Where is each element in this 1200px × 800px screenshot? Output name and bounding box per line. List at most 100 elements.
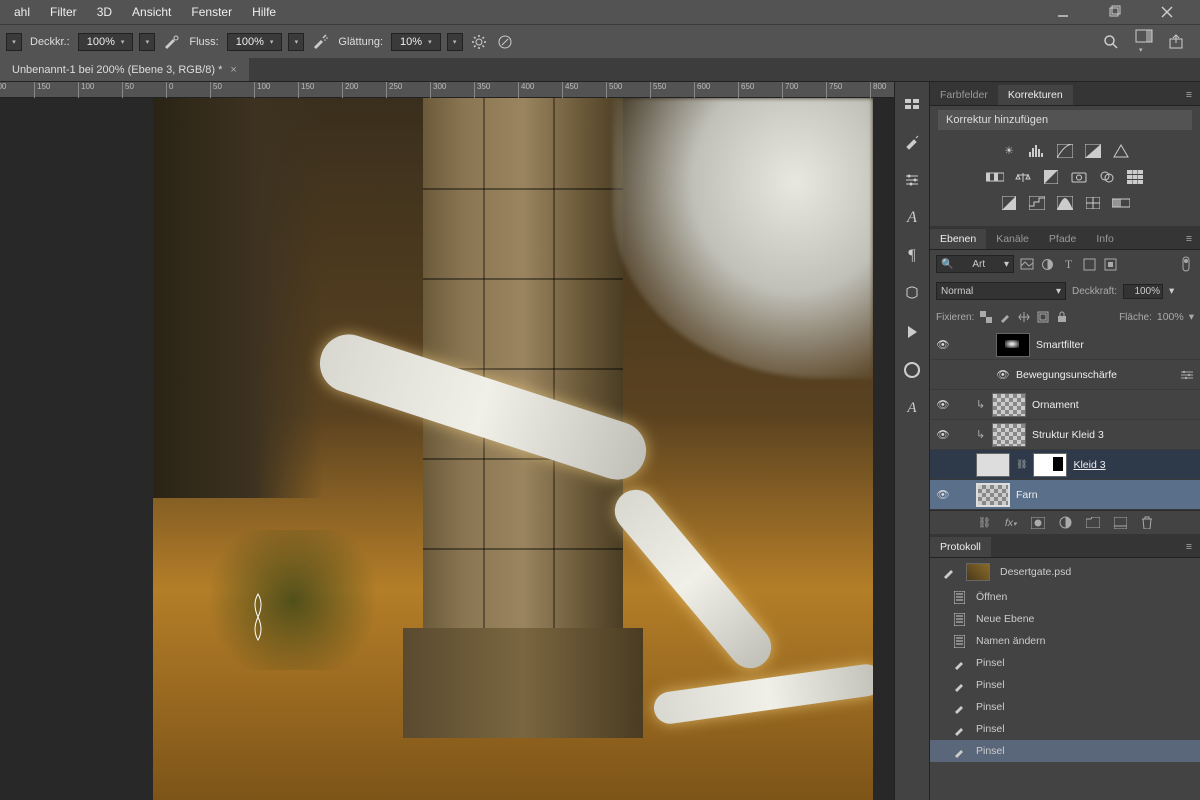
layer-thumb[interactable] (992, 423, 1026, 447)
visibility-icon[interactable]: 👁 (996, 368, 1010, 381)
maximize-icon[interactable] (1098, 5, 1132, 19)
smoothing-stepper[interactable]: ▾ (447, 33, 463, 51)
blend-mode-select[interactable]: Normal▾ (936, 282, 1066, 300)
lock-transparent-icon[interactable] (979, 311, 993, 323)
new-adjustment-icon[interactable] (1059, 516, 1072, 529)
link-layers-icon[interactable]: ⛓ (977, 516, 990, 529)
history-brush-icon[interactable] (942, 565, 956, 579)
lock-all-icon[interactable] (1055, 311, 1069, 323)
document-tab[interactable]: Unbenannt-1 bei 200% (Ebene 3, RGB/8) * … (0, 58, 249, 81)
styles-icon[interactable]: A (902, 398, 922, 418)
history-item[interactable]: Öffnen (930, 586, 1200, 608)
flow-stepper[interactable]: ▾ (288, 33, 304, 51)
filter-shape-icon[interactable] (1081, 258, 1098, 271)
menu-item[interactable]: Filter (40, 5, 87, 19)
brush-settings-icon[interactable] (902, 170, 922, 190)
search-icon[interactable] (1103, 34, 1119, 50)
panel-menu-icon[interactable]: ≡ (1178, 537, 1200, 557)
filter-toggle-icon[interactable] (1177, 256, 1194, 272)
opacity-stepper[interactable]: ▾ (139, 33, 155, 51)
flow-field[interactable]: 100%▾ (227, 33, 283, 51)
levels-icon[interactable] (1027, 142, 1047, 160)
layer-row[interactable]: 👁 Bewegungsunschärfe (930, 360, 1200, 390)
airbrush-icon[interactable] (310, 32, 330, 52)
paragraph-icon[interactable]: ¶ (902, 246, 922, 266)
lock-artboard-icon[interactable] (1036, 311, 1050, 323)
opacity-field[interactable]: 100%▾ (78, 33, 134, 51)
layer-mask-thumb[interactable] (996, 333, 1030, 357)
menu-item[interactable]: 3D (87, 5, 122, 19)
menu-item[interactable]: Fenster (181, 5, 242, 19)
pressure-size-icon[interactable] (495, 32, 515, 52)
layer-name[interactable]: Ornament (1032, 399, 1079, 411)
new-layer-icon[interactable] (1114, 517, 1127, 529)
layer-name[interactable]: Struktur Kleid 3 (1032, 429, 1104, 441)
photo-filter-icon[interactable] (1069, 168, 1089, 186)
threshold-icon[interactable] (1055, 194, 1075, 212)
tab-paths[interactable]: Pfade (1039, 229, 1086, 249)
actions-icon[interactable] (902, 322, 922, 342)
layer-filter-kind[interactable]: 🔍Art▾ (936, 255, 1014, 273)
new-group-icon[interactable] (1086, 517, 1100, 528)
close-icon[interactable] (1150, 5, 1184, 19)
menu-item[interactable]: Hilfe (242, 5, 286, 19)
tab-channels[interactable]: Kanäle (986, 229, 1039, 249)
history-item[interactable]: Namen ändern (930, 630, 1200, 652)
layer-row[interactable]: 👁 Farn (930, 480, 1200, 510)
lock-pixels-icon[interactable] (998, 311, 1012, 323)
share-icon[interactable] (1169, 34, 1184, 49)
layer-row[interactable]: 👁 Smartfilter (930, 330, 1200, 360)
tab-swatches[interactable]: Farbfelder (930, 85, 998, 105)
visibility-icon[interactable]: 👁 (936, 398, 950, 411)
posterize-icon[interactable] (1027, 194, 1047, 212)
character-icon[interactable]: A (902, 208, 922, 228)
add-mask-icon[interactable] (1031, 517, 1045, 529)
link-icon[interactable]: ⛓ (1016, 459, 1027, 470)
smoothing-gear-icon[interactable] (469, 32, 489, 52)
history-item[interactable]: Pinsel (930, 718, 1200, 740)
history-item[interactable]: Pinsel (930, 740, 1200, 762)
color-lookup-icon[interactable] (1125, 168, 1145, 186)
layer-fx-icon[interactable]: fx▾ (1005, 517, 1017, 529)
filter-type-icon[interactable]: T (1060, 257, 1077, 272)
minimize-icon[interactable] (1046, 5, 1080, 19)
workspace-switcher-icon[interactable]: ▾ (1135, 29, 1153, 55)
close-tab-icon[interactable]: × (230, 64, 236, 76)
panel-menu-icon[interactable]: ≡ (1178, 229, 1200, 249)
layer-thumb[interactable] (976, 483, 1010, 507)
channel-mixer-icon[interactable] (1097, 168, 1117, 186)
pressure-opacity-icon[interactable] (161, 32, 181, 52)
visibility-icon[interactable]: 👁 (936, 338, 950, 351)
tab-history[interactable]: Protokoll (930, 537, 991, 557)
visibility-icon[interactable]: 👁 (936, 428, 950, 441)
vibrance-icon[interactable] (1111, 142, 1131, 160)
panel-menu-icon[interactable]: ≡ (1178, 85, 1200, 105)
history-item[interactable]: Pinsel (930, 696, 1200, 718)
history-item[interactable]: Neue Ebene (930, 608, 1200, 630)
tab-adjustments[interactable]: Korrekturen (998, 85, 1073, 105)
layer-row[interactable]: ⛓ Kleid 3 (930, 450, 1200, 480)
color-balance-icon[interactable] (1013, 168, 1033, 186)
layer-row[interactable]: 👁 ↳ Struktur Kleid 3 (930, 420, 1200, 450)
layer-mask-thumb[interactable] (1033, 453, 1067, 477)
tab-layers[interactable]: Ebenen (930, 229, 986, 249)
filter-smart-icon[interactable] (1102, 258, 1119, 271)
layer-name[interactable]: Kleid 3 (1073, 459, 1105, 471)
layer-fill-field[interactable]: 100% (1157, 311, 1184, 323)
glyphs-icon[interactable] (902, 284, 922, 304)
filter-adjustment-icon[interactable] (1039, 258, 1056, 271)
layer-thumb[interactable] (992, 393, 1026, 417)
delete-layer-icon[interactable] (1141, 516, 1153, 529)
libraries-icon[interactable] (902, 94, 922, 114)
exposure-icon[interactable] (1083, 142, 1103, 160)
invert-icon[interactable] (999, 194, 1019, 212)
menu-item[interactable]: ahl (4, 5, 40, 19)
lock-position-icon[interactable] (1017, 311, 1031, 323)
history-item[interactable]: Pinsel (930, 652, 1200, 674)
bw-icon[interactable] (1041, 168, 1061, 186)
history-snapshot[interactable]: Desertgate.psd (930, 558, 1200, 586)
layer-thumb[interactable] (976, 453, 1010, 477)
tool-preset-dropdown[interactable]: ▾ (6, 33, 22, 51)
cc-libraries-icon[interactable] (902, 360, 922, 380)
curves-icon[interactable] (1055, 142, 1075, 160)
